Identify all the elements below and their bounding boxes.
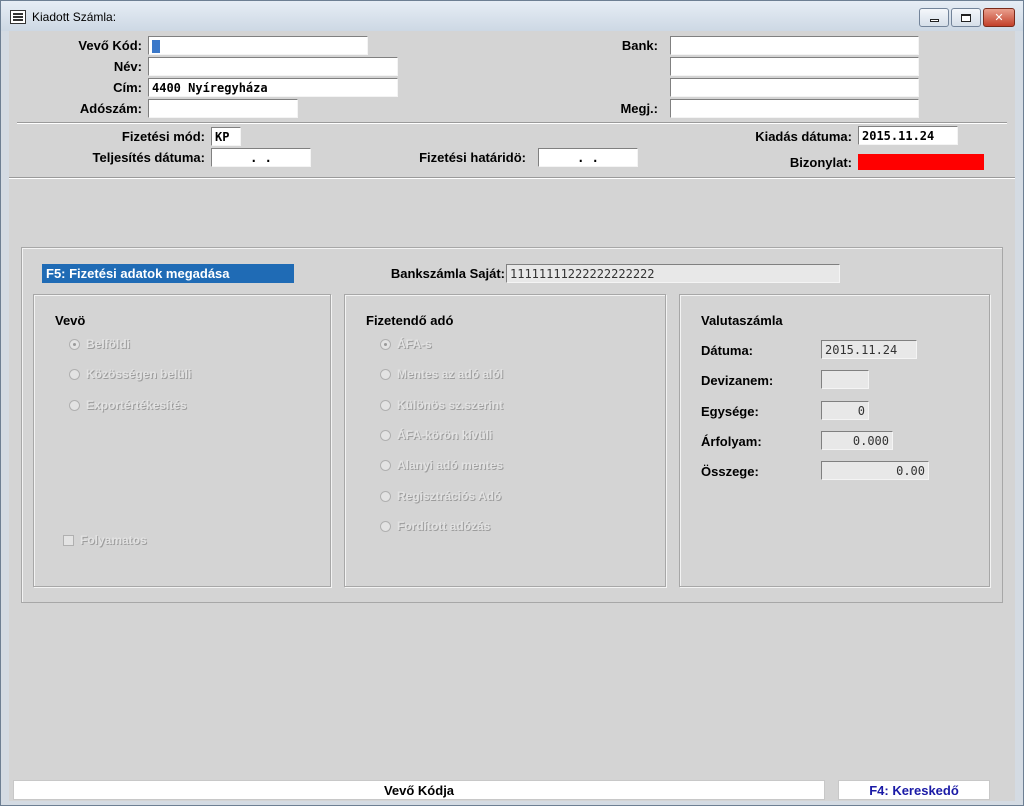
status-right-f4[interactable]: F4: Kereskedő — [838, 780, 990, 800]
kiadas-datuma-label: Kiadás dátuma: — [755, 129, 852, 144]
radio-icon — [69, 368, 80, 380]
fizetesi-mod-field[interactable]: KP — [211, 127, 241, 146]
radio-belfoldi[interactable]: Belföldi — [69, 337, 130, 351]
checkbox-folyamatos[interactable]: Folyamatos — [63, 533, 147, 547]
radio-icon — [380, 368, 391, 380]
radio-kozossegen-beluli[interactable]: Közösségen belüli — [69, 367, 191, 381]
minimize-icon — [929, 19, 939, 22]
valutaszamla-group: Valutaszámla Dátuma: 2015.11.24 Devizane… — [679, 294, 990, 587]
status-left: Vevő Kódja — [13, 780, 825, 800]
radio-icon — [69, 399, 80, 411]
devizanem-field[interactable] — [821, 370, 869, 389]
valuta-datuma-label: Dátuma: — [701, 343, 754, 358]
kiadas-datuma-field[interactable]: 2015.11.24 — [858, 126, 958, 145]
vevo-group-title: Vevö — [55, 313, 86, 328]
radio-icon — [380, 429, 391, 441]
window-title: Kiadott Számla: — [32, 10, 117, 24]
egysege-label: Egysége: — [701, 404, 759, 419]
maximize-button[interactable] — [951, 8, 981, 27]
radio-afa-koron-kivuli[interactable]: ÁFA-körön kívüli — [380, 428, 492, 442]
vevo-group: Vevö Belföldi Közösségen belüli Exportér… — [33, 294, 331, 587]
nev-field[interactable] — [148, 57, 398, 76]
header-divider — [17, 122, 1007, 124]
adoszam-field[interactable] — [148, 99, 298, 118]
osszege-label: Összege: — [701, 464, 759, 479]
radio-mentes[interactable]: Mentes az adó alól — [380, 367, 503, 381]
vevo-kod-field[interactable] — [148, 36, 368, 55]
radio-afa-s[interactable]: ÁFA-s — [380, 337, 432, 351]
f5-panel: F5: Fizetési adatok megadása Bankszámla … — [21, 247, 1003, 603]
adoszam-label: Adószám: — [79, 101, 142, 116]
app-window: Kiadott Számla: ✕ Vevő Kód: Név: Cím: 44… — [0, 0, 1024, 806]
app-icon — [10, 10, 26, 24]
radio-icon — [380, 520, 391, 532]
text-cursor — [152, 40, 160, 53]
radio-icon — [380, 459, 391, 471]
osszege-field[interactable]: 0.00 — [821, 461, 929, 480]
nev-label: Név: — [113, 59, 142, 74]
radio-exportertekesites[interactable]: Exportértékesítés — [69, 398, 187, 412]
radio-kulonos[interactable]: Különös sz.szerint — [380, 398, 503, 412]
form-client-area: Vevő Kód: Név: Cím: 4400 Nyíregyháza Adó… — [9, 31, 1015, 801]
fizetesi-mod-label: Fizetési mód: — [121, 129, 205, 144]
close-icon: ✕ — [994, 12, 1004, 24]
bankszamla-field[interactable]: 11111111222222222222 — [506, 264, 840, 283]
valuta-datuma-field[interactable]: 2015.11.24 — [821, 340, 917, 359]
bank-field-2[interactable] — [670, 57, 919, 76]
megj-label: Megj.: — [620, 101, 658, 116]
cim-label: Cím: — [113, 80, 142, 95]
f5-panel-title[interactable]: F5: Fizetési adatok megadása — [42, 264, 294, 283]
radio-regisztracios-ado[interactable]: Regisztrációs Adó — [380, 489, 501, 503]
fizetendo-ado-group: Fizetendő adó ÁFA-s Mentes az adó alól K… — [344, 294, 666, 587]
radio-forditott-adozas[interactable]: Fordított adózás — [380, 519, 490, 533]
title-bar[interactable]: Kiadott Számla: ✕ — [1, 1, 1023, 31]
fizetesi-hatarido-field[interactable]: . . — [538, 148, 638, 167]
bizonylat-indicator — [858, 154, 984, 170]
radio-icon — [380, 490, 391, 502]
bank-field-3[interactable] — [670, 78, 919, 97]
arfolyam-label: Árfolyam: — [701, 434, 762, 449]
megj-field[interactable] — [670, 99, 919, 118]
bank-field-1[interactable] — [670, 36, 919, 55]
radio-selected-icon — [380, 338, 391, 350]
fizetendo-ado-title: Fizetendő adó — [366, 313, 454, 328]
radio-selected-icon — [69, 338, 80, 350]
minimize-button[interactable] — [919, 8, 949, 27]
teljesites-datuma-field[interactable]: . . — [211, 148, 311, 167]
cim-field[interactable]: 4400 Nyíregyháza — [148, 78, 398, 97]
valutaszamla-title: Valutaszámla — [701, 313, 783, 328]
checkbox-icon — [63, 534, 74, 546]
radio-icon — [380, 399, 391, 411]
teljesites-datuma-label: Teljesítés dátuma: — [92, 150, 205, 165]
devizanem-label: Devizanem: — [701, 373, 774, 388]
close-button[interactable]: ✕ — [983, 8, 1015, 27]
egysege-field[interactable]: 0 — [821, 401, 869, 420]
arfolyam-field[interactable]: 0.000 — [821, 431, 893, 450]
payment-divider — [9, 177, 1015, 179]
bizonylat-label: Bizonylat: — [789, 155, 852, 170]
vevo-kod-label: Vevő Kód: — [78, 38, 142, 53]
maximize-icon — [961, 13, 971, 22]
fizetesi-hatarido-label: Fizetési határidö: — [419, 150, 526, 165]
radio-alanyi-ado-mentes[interactable]: Alanyi adó mentes — [380, 458, 503, 472]
bank-label: Bank: — [621, 38, 658, 53]
bankszamla-label: Bankszámla Saját: — [390, 266, 505, 281]
